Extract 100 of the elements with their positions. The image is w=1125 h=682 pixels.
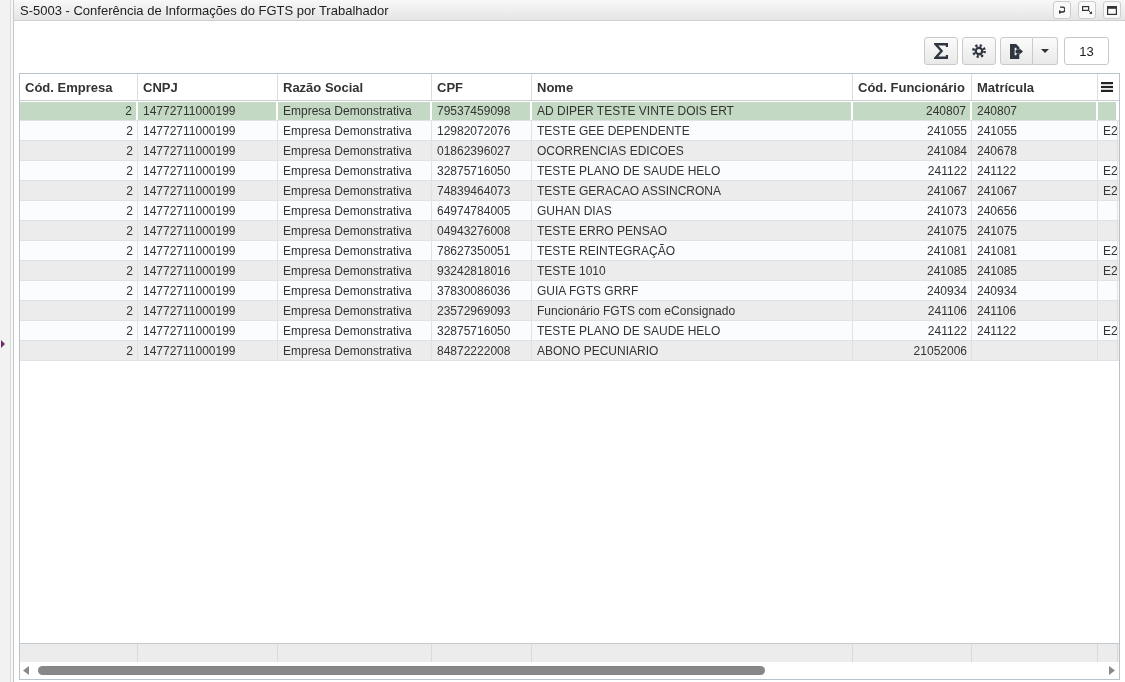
table-cell: 12982072076 xyxy=(432,121,532,140)
table-row[interactable]: 2 14772711000199 Empresa Demonstrativa 93242818016 TESTE 1010 241085 241085 E2 xyxy=(20,261,1119,281)
column-header[interactable]: CNPJ xyxy=(138,74,278,100)
table-cell: 14772711000199 xyxy=(138,101,278,120)
table-cell: 2 xyxy=(20,121,138,140)
table-cell: 241122 xyxy=(972,321,1098,340)
table-cell: 241122 xyxy=(853,321,972,340)
table-cell: 2 xyxy=(20,261,138,280)
table-cell: E2 xyxy=(1098,261,1118,280)
table-cell: 241055 xyxy=(853,121,972,140)
table-cell: TESTE PLANO DE SAUDE HELO xyxy=(532,161,853,180)
menu-icon[interactable] xyxy=(1101,82,1113,92)
table-cell: Empresa Demonstrativa xyxy=(278,281,432,300)
table-cell: GUHAN DIAS xyxy=(532,201,853,220)
table-cell: 93242818016 xyxy=(432,261,532,280)
table-cell: 2 xyxy=(20,341,138,360)
table-cell: 78627350051 xyxy=(432,241,532,260)
table-cell: TESTE ERRO PENSAO xyxy=(532,221,853,240)
table-cell: Empresa Demonstrativa xyxy=(278,121,432,140)
column-header[interactable]: CPF xyxy=(432,74,532,100)
table-cell: 241106 xyxy=(853,301,972,320)
table-cell: 2 xyxy=(20,201,138,220)
scrollbar-thumb[interactable] xyxy=(38,666,765,675)
table-row[interactable]: 2 14772711000199 Empresa Demonstrativa 01862396027 OCORRENCIAS EDICOES 241084 240678 xyxy=(20,141,1119,161)
table-cell: 240934 xyxy=(853,281,972,300)
reset-button[interactable] xyxy=(1053,1,1071,19)
table-cell: 14772711000199 xyxy=(138,261,278,280)
table-cell: E2 xyxy=(1098,161,1118,180)
table-cell: Empresa Demonstrativa xyxy=(278,341,432,360)
table-cell: 241122 xyxy=(972,161,1098,180)
column-header[interactable]: Matrícula xyxy=(972,74,1098,100)
table-row[interactable]: 2 14772711000199 Empresa Demonstrativa 32875716050 TESTE PLANO DE SAUDE HELO 241122 241122 E2 xyxy=(20,161,1119,181)
table-cell: 14772711000199 xyxy=(138,201,278,220)
minimize-button[interactable] xyxy=(1078,1,1096,19)
table-cell: AD DIPER TESTE VINTE DOIS ERT xyxy=(532,101,853,120)
column-header[interactable]: Cód. Empresa xyxy=(20,74,138,100)
table-cell: TESTE PLANO DE SAUDE HELO xyxy=(532,321,853,340)
table-cell: 241055 xyxy=(972,121,1098,140)
table-cell: TESTE GERACAO ASSINCRONA xyxy=(532,181,853,200)
right-arrow-icon[interactable] xyxy=(1109,666,1115,675)
table-cell: 21052006 xyxy=(853,341,972,360)
table-cell: 84872222008 xyxy=(432,341,532,360)
table-cell: 14772711000199 xyxy=(138,121,278,140)
table-cell: 64974784005 xyxy=(432,201,532,220)
table-cell: 241085 xyxy=(853,261,972,280)
table-cell: GUIA FGTS GRRF xyxy=(532,281,853,300)
table-row[interactable]: 2 14772711000199 Empresa Demonstrativa 79537459098 AD DIPER TESTE VINTE DOIS ERT 240807 240807 xyxy=(20,101,1119,121)
table-cell: 14772711000199 xyxy=(138,221,278,240)
export-button[interactable] xyxy=(1000,37,1033,65)
table-cell: Empresa Demonstrativa xyxy=(278,321,432,340)
table-cell: 241081 xyxy=(972,241,1098,260)
table-cell: 240807 xyxy=(972,101,1098,120)
table-cell: TESTE 1010 xyxy=(532,261,853,280)
table-row[interactable]: 2 14772711000199 Empresa Demonstrativa 37830086036 GUIA FGTS GRRF 240934 240934 xyxy=(20,281,1119,301)
caret-icon[interactable] xyxy=(1,340,5,348)
column-header[interactable]: Cód. Funcionário xyxy=(853,74,972,100)
table-cell: 2 xyxy=(20,161,138,180)
table-cell: 32875716050 xyxy=(432,161,532,180)
column-header[interactable]: Nome xyxy=(532,74,853,100)
table-cell: TESTE REINTEGRAÇÃO xyxy=(532,241,853,260)
record-count-field[interactable]: 13 xyxy=(1064,37,1109,65)
table-cell: 240934 xyxy=(972,281,1098,300)
table-cell: 79537459098 xyxy=(432,101,532,120)
maximize-button[interactable] xyxy=(1103,1,1121,19)
table-cell: 241122 xyxy=(853,161,972,180)
sum-button[interactable] xyxy=(924,37,958,65)
table-row[interactable]: 2 14772711000199 Empresa Demonstrativa 12982072076 TESTE GEE DEPENDENTE 241055 241055 E2 xyxy=(20,121,1119,141)
window-minimize-icon xyxy=(1082,6,1092,14)
table-cell: ABONO PECUNIARIO xyxy=(532,341,853,360)
table-cell: 241081 xyxy=(853,241,972,260)
gear-icon xyxy=(972,44,986,58)
table-cell: 74839464073 xyxy=(432,181,532,200)
table-cell: E2 xyxy=(1098,121,1118,140)
table-row[interactable]: 2 14772711000199 Empresa Demonstrativa 74839464073 TESTE GERACAO ASSINCRONA 241067 241067 E2 xyxy=(20,181,1119,201)
table-cell: 241073 xyxy=(853,201,972,220)
table-row[interactable]: 2 14772711000199 Empresa Demonstrativa 04943276008 TESTE ERRO PENSAO 241075 241075 xyxy=(20,221,1119,241)
table-cell: 241085 xyxy=(972,261,1098,280)
settings-button[interactable] xyxy=(962,37,996,65)
table-row[interactable]: 2 14772711000199 Empresa Demonstrativa 32875716050 TESTE PLANO DE SAUDE HELO 241122 241122 E2 xyxy=(20,321,1119,341)
table-row[interactable]: 2 14772711000199 Empresa Demonstrativa 64974784005 GUHAN DIAS 241073 240656 xyxy=(20,201,1119,221)
table-cell: 37830086036 xyxy=(432,281,532,300)
table-row[interactable]: 2 14772711000199 Empresa Demonstrativa 23572969093 Funcionário FGTS com eConsignado 241106 241106 xyxy=(20,301,1119,321)
table-cell: 2 xyxy=(20,221,138,240)
table-cell: OCORRENCIAS EDICOES xyxy=(532,141,853,160)
table-cell: TESTE GEE DEPENDENTE xyxy=(532,121,853,140)
table-cell: 14772711000199 xyxy=(138,321,278,340)
table-cell: Empresa Demonstrativa xyxy=(278,101,432,120)
table-cell: 240807 xyxy=(853,101,972,120)
table-cell: 14772711000199 xyxy=(138,241,278,260)
left-arrow-icon[interactable] xyxy=(23,666,29,675)
table-cell: 241067 xyxy=(853,181,972,200)
window-title: S-5003 - Conferência de Informações do FGTS por Trabalhador xyxy=(20,2,390,18)
table-cell: 14772711000199 xyxy=(138,161,278,180)
table-cell: Empresa Demonstrativa xyxy=(278,261,432,280)
table-row[interactable]: 2 14772711000199 Empresa Demonstrativa 78627350051 TESTE REINTEGRAÇÃO 241081 241081 E2 xyxy=(20,241,1119,261)
column-header[interactable]: Razão Social xyxy=(278,74,432,100)
sigma-icon xyxy=(934,43,948,59)
table-cell: 2 xyxy=(20,181,138,200)
table-row[interactable]: 2 14772711000199 Empresa Demonstrativa 84872222008 ABONO PECUNIARIO 21052006 xyxy=(20,341,1119,361)
table-cell: E2 xyxy=(1098,181,1118,200)
